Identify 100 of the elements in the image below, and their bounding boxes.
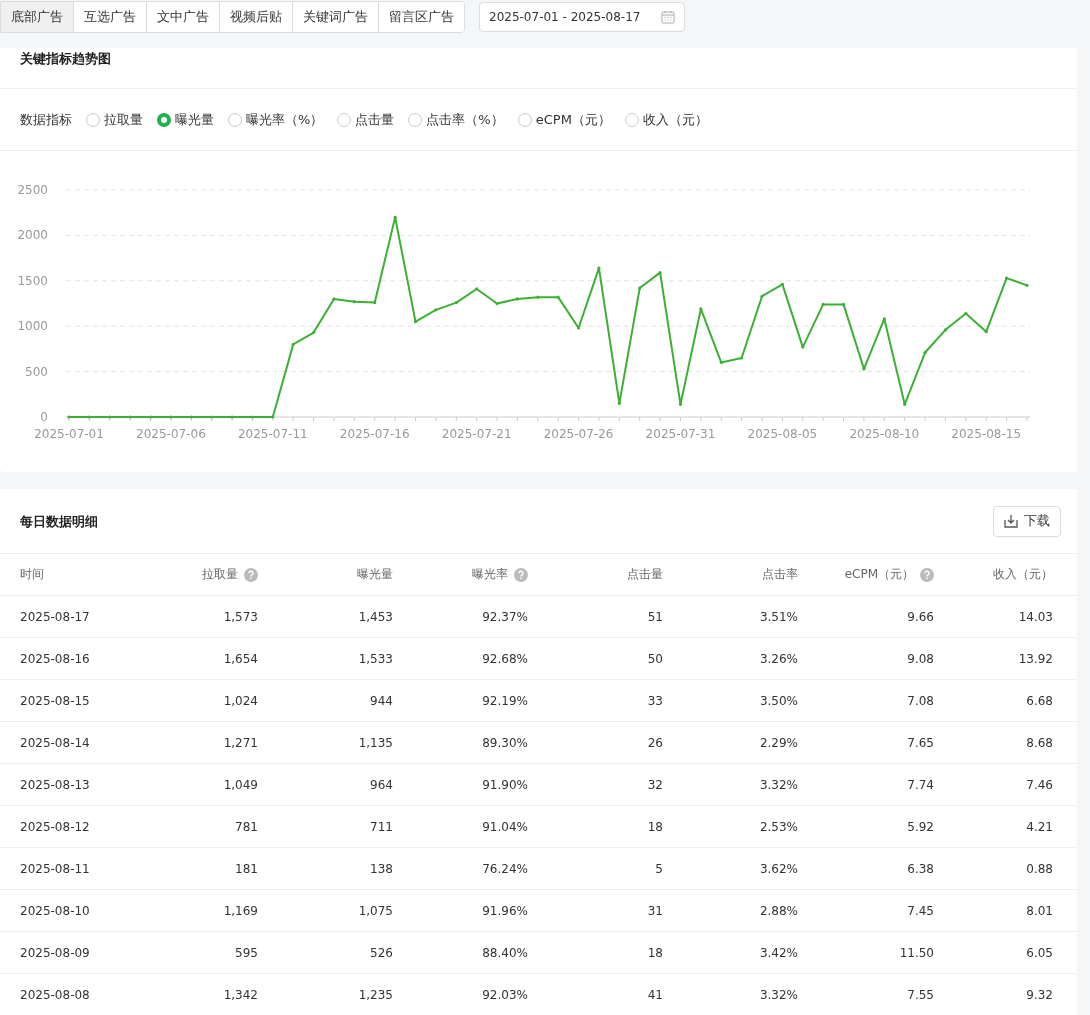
radio-dot[interactable] bbox=[408, 112, 423, 127]
data-point bbox=[536, 295, 540, 299]
table-cell-text: 76.24% bbox=[481, 861, 528, 876]
table-cell-text: 91.90% bbox=[481, 777, 528, 792]
data-point bbox=[515, 297, 520, 301]
table-cell-text: 526 bbox=[369, 945, 393, 960]
data-point bbox=[189, 415, 193, 419]
table-cell-text: 3.51% bbox=[758, 609, 798, 624]
table-cell-text: 89.30% bbox=[481, 735, 528, 750]
table-cell-text: 92.68% bbox=[481, 651, 528, 666]
date-range-field[interactable]: 2025-07-01 - 2025-08-17 bbox=[479, 1, 685, 32]
table-cell-text: 2025-08-08 bbox=[20, 987, 91, 1002]
data-point bbox=[332, 297, 336, 301]
table-cell-text: 50 bbox=[646, 651, 663, 666]
table-cell-text: 2025-08-09 bbox=[20, 945, 91, 960]
table-cell-text: 1,342 bbox=[222, 987, 258, 1002]
data-point bbox=[393, 215, 397, 219]
table-cell-text: 0.88 bbox=[1025, 861, 1053, 876]
table-cell-text: 9.08 bbox=[906, 651, 934, 666]
table-cell-text: 1,169 bbox=[222, 903, 258, 918]
y-axis-label: 0 bbox=[40, 410, 48, 424]
table-cell-text: 2025-08-10 bbox=[20, 903, 91, 918]
table-cell-text: 2025-08-17 bbox=[20, 609, 91, 624]
table-cell-text: 91.04% bbox=[481, 819, 528, 834]
table-cell-text: 2025-08-13 bbox=[20, 777, 91, 792]
data-point bbox=[740, 356, 744, 360]
data-point bbox=[760, 294, 764, 298]
table-cell-text: 26 bbox=[646, 735, 663, 750]
data-point bbox=[882, 317, 886, 321]
data-point bbox=[821, 302, 825, 306]
table-cell-text: 3.32% bbox=[758, 777, 798, 792]
table-cell-text: 2025-08-12 bbox=[20, 819, 91, 834]
download-button[interactable]: 下载 bbox=[993, 505, 1061, 537]
radio-dot[interactable] bbox=[517, 112, 532, 127]
table-cell-text: 13.92 bbox=[1017, 651, 1053, 666]
table-cell-text: 7.65 bbox=[906, 735, 934, 750]
x-axis-label: 2025-07-31 bbox=[645, 427, 716, 441]
data-point bbox=[719, 360, 723, 365]
data-point bbox=[617, 401, 621, 405]
help-icon[interactable] bbox=[920, 567, 934, 582]
data-point bbox=[903, 402, 907, 406]
table-cell-text: 8.68 bbox=[1025, 735, 1053, 750]
data-point bbox=[597, 266, 601, 270]
data-point bbox=[964, 311, 968, 316]
column-header: 拉取量 bbox=[202, 566, 238, 583]
data-point bbox=[780, 282, 784, 287]
y-axis-label: 1500 bbox=[17, 273, 48, 288]
data-point bbox=[413, 320, 418, 324]
help-icon[interactable] bbox=[514, 567, 528, 582]
table-cell-text: 33 bbox=[646, 693, 663, 708]
column-header: 收入（元） bbox=[993, 566, 1053, 583]
data-point bbox=[475, 287, 479, 291]
radio-dot[interactable] bbox=[86, 112, 100, 127]
column-header: 点击率 bbox=[762, 566, 798, 583]
help-icon[interactable] bbox=[244, 567, 258, 582]
table-cell-text: 595 bbox=[234, 945, 258, 960]
table-cell-text: 181 bbox=[234, 861, 258, 876]
data-point bbox=[230, 415, 234, 419]
radio-dot[interactable] bbox=[228, 112, 242, 127]
table-cell-text: 3.32% bbox=[758, 987, 798, 1002]
table-cell-text: 3.26% bbox=[758, 651, 798, 666]
radio-dot[interactable] bbox=[157, 112, 171, 127]
table-cell-text: 2025-08-14 bbox=[20, 735, 91, 750]
metric-radio[interactable]: 拉取量 bbox=[86, 110, 143, 129]
table-cell-text: 1,024 bbox=[222, 693, 258, 708]
table-cell-text: 2025-08-11 bbox=[20, 861, 91, 876]
metric-radio[interactable]: eCPM（元） bbox=[517, 110, 611, 129]
radio-dot[interactable] bbox=[624, 112, 639, 127]
column-header: 曝光量 bbox=[357, 566, 393, 583]
metric-radio[interactable]: 曝光量 bbox=[157, 110, 214, 129]
download-icon bbox=[1004, 514, 1018, 528]
table-cell-text: 3.42% bbox=[758, 945, 798, 960]
calendar-icon bbox=[661, 9, 675, 24]
metric-radio[interactable]: 收入（元） bbox=[624, 110, 708, 129]
table-cell-text: 2.88% bbox=[758, 903, 798, 918]
ad-type-tab[interactable]: 底部广告 bbox=[1, 1, 74, 32]
metric-radio[interactable]: 点击量 bbox=[337, 110, 395, 129]
table-cell-text: 2025-08-16 bbox=[20, 651, 91, 666]
data-point bbox=[678, 402, 683, 406]
table-cell-text: 964 bbox=[369, 777, 393, 792]
table-cell-text: 4.21 bbox=[1025, 819, 1053, 834]
data-point bbox=[87, 415, 91, 419]
radio-dot[interactable] bbox=[337, 112, 352, 127]
table-cell-text: 88.40% bbox=[481, 945, 528, 960]
table-cell-text: 711 bbox=[369, 819, 393, 834]
table-cell-text: 6.68 bbox=[1025, 693, 1053, 708]
data-point bbox=[1005, 276, 1009, 280]
x-axis-label: 2025-08-10 bbox=[849, 427, 920, 441]
x-axis-label: 2025-07-11 bbox=[237, 427, 308, 441]
table-cell-text: 2025-08-15 bbox=[20, 693, 91, 708]
table-cell-text: 138 bbox=[369, 861, 393, 876]
y-axis-label: 500 bbox=[25, 364, 48, 379]
x-axis-label: 2025-07-01 bbox=[34, 427, 104, 441]
table-cell-text: 9.66 bbox=[906, 609, 934, 624]
data-point bbox=[1025, 283, 1029, 287]
table-cell-text: 6.38 bbox=[906, 861, 934, 876]
metric-radio[interactable]: 点击率（%） bbox=[408, 110, 504, 129]
metric-radio[interactable]: 曝光率（%） bbox=[228, 110, 324, 129]
data-point bbox=[352, 300, 356, 304]
table-cell-text: 7.46 bbox=[1025, 777, 1053, 792]
